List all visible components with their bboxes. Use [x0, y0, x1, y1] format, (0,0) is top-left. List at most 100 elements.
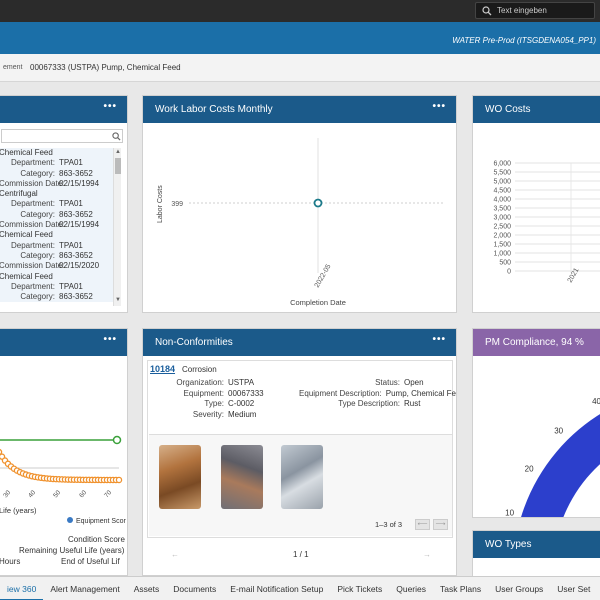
photo-thumbnail[interactable]: [159, 445, 201, 509]
top-bar: Text eingeben: [0, 0, 600, 22]
equipment-description: Chemical Feed: [0, 148, 53, 157]
panel-menu-icon[interactable]: •••: [432, 102, 446, 112]
y-tick-label: 500: [499, 260, 511, 267]
labor-costs-title: Work Labor Costs Monthly: [155, 104, 273, 115]
labor-costs-header: Work Labor Costs Monthly •••: [143, 96, 456, 123]
field-label: Category:: [20, 250, 55, 260]
photo-prev-button[interactable]: ⟵: [415, 519, 430, 530]
panel-menu-icon[interactable]: •••: [103, 102, 117, 112]
condition-header: •••: [0, 329, 127, 356]
list-scrollbar[interactable]: ▲ ▼: [113, 148, 121, 306]
panel-menu-icon[interactable]: •••: [432, 335, 446, 345]
legend-equipment-score-label: Equipment Scor: [76, 518, 126, 525]
pm-compliance-panel: PM Compliance, 94 % 010203040: [472, 328, 600, 518]
scrollbar-thumb[interactable]: [115, 158, 121, 174]
field-label: Status:: [375, 378, 400, 387]
tab-iew-360[interactable]: iew 360: [0, 577, 44, 600]
equipment-filter-input[interactable]: [1, 129, 123, 143]
tab-user-groups[interactable]: User Groups: [488, 577, 550, 600]
wo-costs-chart: 6,000 5,500 5,000 4,500 4,000 3,500 3,000 2,500…: [493, 161, 600, 284]
search-icon[interactable]: [112, 132, 121, 141]
field-label: Department:: [10, 199, 55, 209]
tab-pick-tickets[interactable]: Pick Tickets: [330, 577, 389, 600]
tab-queries[interactable]: Queries: [389, 577, 433, 600]
equipment-field-label: ement: [3, 64, 23, 71]
scroll-up-icon[interactable]: ▲: [115, 149, 121, 155]
nonconformities-panel: Non-Conformities ••• 10184 Corrosion Org…: [142, 328, 457, 576]
field-value: 863-3652: [59, 168, 93, 178]
search-icon[interactable]: [482, 5, 492, 16]
field-label: Commission Date:: [0, 261, 65, 271]
equipment-header: ement 00067333 (USTPA) Pump, Chemical Fe…: [0, 54, 600, 82]
y-tick-label: 6,000: [493, 161, 511, 168]
wo-costs-header: WO Costs: [473, 96, 600, 123]
field-value: 863-3652: [59, 292, 93, 302]
x-tick-label: 2022-05: [314, 263, 333, 289]
wo-costs-title: WO Costs: [485, 104, 531, 115]
field-label: Category:: [20, 168, 55, 178]
wo-types-panel: WO Types: [472, 530, 600, 580]
data-point: [115, 476, 123, 484]
field-value: 02/15/1994: [59, 220, 100, 230]
environment-label: WATER Pre-Prod (ITSGDENA054_PP1): [452, 36, 596, 45]
y-tick-label: 399: [171, 201, 183, 208]
condition-panel: ••• 30 40 50 60 70 Life (years) Equipment Sc…: [0, 328, 128, 576]
equipment-list-item[interactable]: Chemical Feed Department: TPA01 Category: 86…: [0, 148, 121, 190]
data-point[interactable]: [313, 198, 323, 208]
condition-score-label: Condition Score: [68, 535, 125, 544]
tab-alert-management[interactable]: Alert Management: [43, 577, 126, 600]
equipment-list-panel: ••• Chemical Feed Department: TPA01 Categor…: [0, 95, 128, 313]
field-label: Category:: [20, 292, 55, 302]
field-value: Medium: [228, 409, 257, 419]
nonconformity-name: Corrosion: [182, 365, 217, 374]
y-tick-label: 2,000: [493, 233, 511, 240]
panel-menu-icon[interactable]: •••: [103, 335, 117, 345]
nonconformity-id-link[interactable]: 10184: [150, 364, 175, 374]
field-label: Commission Date:: [0, 220, 65, 230]
equipment-description: Chemical Feed: [0, 271, 53, 281]
equipment-field-value: 00067333 (USTPA) Pump, Chemical Feed: [30, 63, 181, 72]
nonconformities-header: Non-Conformities •••: [143, 329, 456, 356]
field-label: Organization:: [176, 378, 224, 387]
equipment-score-series: [0, 452, 119, 481]
tab-assets[interactable]: Assets: [127, 577, 167, 600]
equipment-description: Centrifugal: [0, 189, 38, 199]
remaining-life-label: Remaining Useful Life (years): [19, 546, 125, 555]
field-value: Rust: [404, 399, 421, 408]
field-value: 863-3652: [59, 209, 93, 219]
field-value: Open: [404, 378, 424, 387]
equipment-list[interactable]: Chemical Feed Department: TPA01 Category: 86…: [0, 148, 121, 306]
field-label: Equipment Description:: [299, 388, 382, 398]
field-value: TPA01: [59, 281, 83, 291]
field-value: TPA01: [59, 199, 83, 209]
environment-bar: WATER Pre-Prod (ITSGDENA054_PP1): [0, 22, 600, 54]
next-page-icon[interactable]: →: [423, 550, 431, 559]
photo-thumbnail[interactable]: [221, 445, 263, 509]
tab-task-plans[interactable]: Task Plans: [433, 577, 488, 600]
photo-next-button[interactable]: ⟶: [433, 519, 448, 530]
equipment-list-item[interactable]: Chemical Feed Department: TPA01 Category: 86…: [0, 271, 121, 303]
nonconformity-record[interactable]: 10184 Corrosion Organization: USTPA Equipm…: [147, 360, 456, 538]
tab-user-set[interactable]: User Set: [550, 577, 597, 600]
photo-thumbnail[interactable]: [281, 445, 323, 509]
equipment-list-item[interactable]: Chemical Feed Department: TPA01 Category: 86…: [0, 230, 121, 272]
record-left-fields: Organization: USTPA Equipment: 00067333 Type…: [148, 378, 264, 420]
gauge-tick-label: 20: [525, 465, 534, 474]
field-label: Department:: [10, 240, 55, 250]
scroll-down-icon[interactable]: ▼: [115, 297, 121, 303]
y-tick-label: 4,500: [493, 188, 511, 195]
prev-page-icon[interactable]: ←: [171, 550, 179, 559]
tab-documents[interactable]: Documents: [166, 577, 223, 600]
page-indicator: 1 / 1: [293, 550, 309, 559]
equipment-description: Chemical Feed: [0, 230, 53, 240]
tab-e-mail-notification-setup[interactable]: E-mail Notification Setup: [223, 577, 330, 600]
field-value: USTPA: [228, 378, 255, 387]
global-search-input[interactable]: Text eingeben: [475, 2, 595, 19]
gauge-tick-label: 40: [592, 397, 600, 406]
wo-types-header: WO Types: [473, 531, 600, 558]
photo-pager-label: 1–3 of 3: [375, 520, 403, 529]
x-tick-label: 70: [103, 489, 113, 499]
field-value: 02/15/2020: [59, 261, 100, 271]
x-axis-label: Completion Date: [290, 298, 346, 307]
equipment-list-item[interactable]: Centrifugal Department: TPA01 Category: 863-…: [0, 189, 121, 231]
